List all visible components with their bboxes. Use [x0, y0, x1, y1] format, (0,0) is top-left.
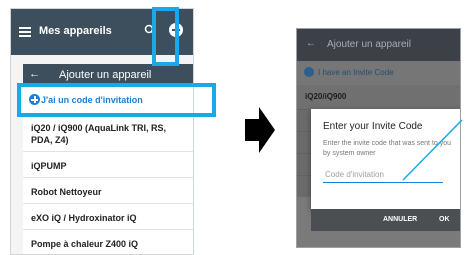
- pointer-line: [402, 119, 463, 181]
- tutorial-stage: Mes appareils ← Ajouter un appareil J'ai…: [0, 0, 467, 255]
